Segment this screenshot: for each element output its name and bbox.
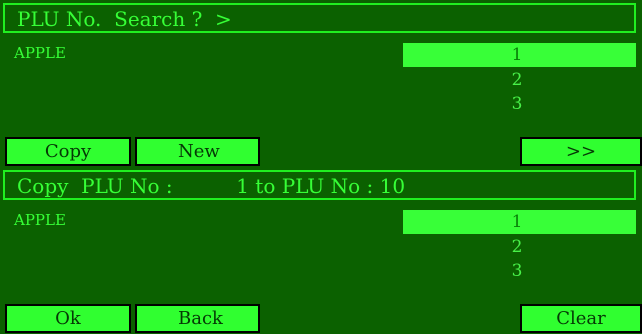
clear-button[interactable]: Clear xyxy=(520,304,642,333)
back-button[interactable]: Back xyxy=(135,304,260,333)
plu-number-3[interactable]: 3 xyxy=(510,94,524,114)
plu-copy-prompt-bar[interactable]: Copy PLU No : 1 to PLU No : 10 xyxy=(3,170,636,200)
copy-button[interactable]: Copy xyxy=(5,137,131,166)
plu-search-prompt: PLU No. Search ? > xyxy=(17,7,232,31)
plu-number-3[interactable]: 3 xyxy=(510,261,524,281)
new-button[interactable]: New xyxy=(135,137,260,166)
plu-number-2[interactable]: 2 xyxy=(510,70,524,90)
plu-copy-panel: Copy PLU No : 1 to PLU No : 10 APPLE 1 2… xyxy=(0,167,642,334)
plu-search-prompt-bar[interactable]: PLU No. Search ? > xyxy=(3,3,636,33)
plu-number-1[interactable]: 1 xyxy=(510,45,524,65)
next-page-button[interactable]: >> xyxy=(520,137,642,166)
plu-number-2[interactable]: 2 xyxy=(510,237,524,257)
plu-item-name: APPLE xyxy=(14,44,66,62)
ok-button[interactable]: Ok xyxy=(5,304,131,333)
plu-copy-prompt: Copy PLU No : 1 to PLU No : 10 xyxy=(17,174,406,198)
plu-search-panel: PLU No. Search ? > APPLE 1 2 3 Copy New … xyxy=(0,0,642,167)
plu-item-name: APPLE xyxy=(14,211,66,229)
plu-number-1[interactable]: 1 xyxy=(510,212,524,232)
